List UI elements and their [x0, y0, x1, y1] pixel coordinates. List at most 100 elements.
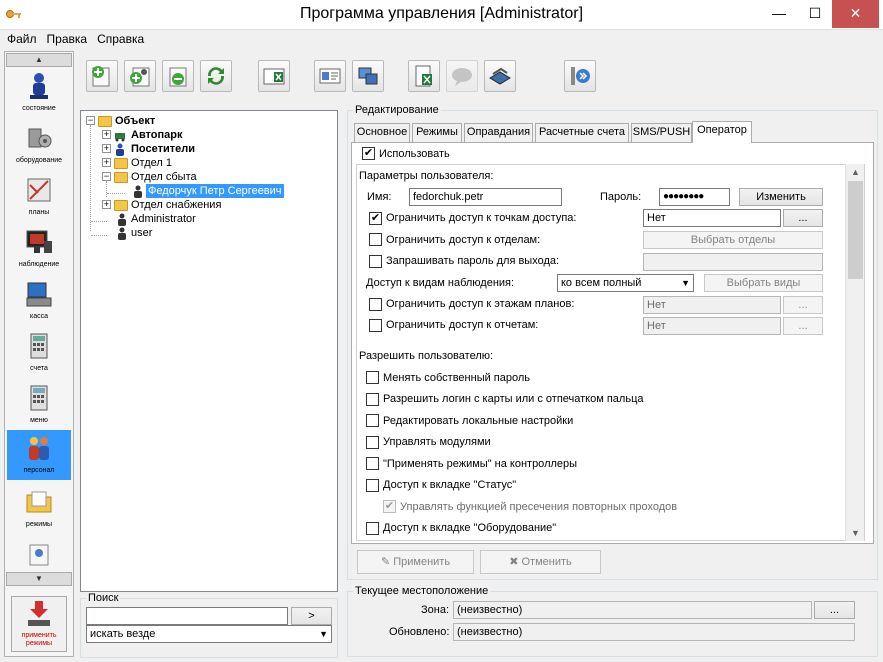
report-button[interactable] [408, 60, 440, 92]
rail-label: наблюдение [18, 261, 60, 268]
rail-label: оборудование [15, 157, 63, 164]
tree-node-dept1[interactable]: Отдел 1 [131, 156, 172, 170]
access-points-browse-button[interactable]: ... [783, 209, 823, 227]
tab-excuses[interactable]: Оправдания [464, 123, 533, 142]
floors-browse-button[interactable]: ... [783, 296, 823, 314]
tree-expand-toggle[interactable]: + [102, 130, 111, 139]
excel-icon [263, 68, 285, 85]
rail-item-cash[interactable]: касса [7, 276, 71, 326]
rail-item-equipment[interactable]: оборудование [7, 120, 71, 170]
rail-scroll-up-button[interactable]: ▲ [6, 53, 72, 67]
cancel-button[interactable]: ✖ Отменить [480, 550, 601, 574]
tree-node-visitors[interactable]: Посетители [131, 142, 195, 156]
access-points-checkbox[interactable]: ✔ [369, 212, 382, 225]
menu-help[interactable]: Справка [90, 30, 147, 46]
menu-edit[interactable]: Правка [40, 30, 91, 46]
exit-password-checkbox[interactable] [369, 255, 382, 268]
rail-item-status[interactable]: состояние [7, 68, 71, 118]
rail-item-modes[interactable]: режимы [7, 484, 71, 534]
menu-file[interactable]: Файл [0, 30, 40, 46]
minimize-button[interactable]: — [764, 0, 794, 28]
permission-checkbox[interactable] [366, 393, 379, 406]
card-button[interactable] [314, 60, 346, 92]
apply-button[interactable]: ✎ Применить [357, 550, 474, 574]
views-label: Доступ к видам наблюдения: [366, 277, 515, 289]
person-icon [118, 213, 126, 226]
device-button[interactable] [352, 60, 384, 92]
search-scope-select[interactable]: искать везде ▼ [86, 625, 332, 643]
views-value: ко всем полный [561, 277, 642, 289]
forward-button[interactable] [564, 60, 596, 92]
object-tree[interactable]: − Объект + Автопарк + Посетители + Отдел… [80, 110, 338, 592]
permission-label: Редактировать локальные настройки [383, 415, 574, 427]
permission-checkbox[interactable] [366, 371, 379, 384]
tree-node-autopark[interactable]: Автопарк [131, 128, 183, 142]
exit-password-input[interactable] [643, 253, 823, 271]
tree-node-admin[interactable]: Administrator [131, 212, 196, 226]
use-checkbox[interactable]: ✔ [362, 147, 375, 160]
folder-icon [114, 172, 128, 183]
export-excel-button[interactable] [258, 60, 290, 92]
tab-main[interactable]: Основное [354, 123, 410, 142]
add-folder-button[interactable] [86, 60, 118, 92]
scrollbar-thumb[interactable] [848, 181, 863, 279]
reports-value: Нет [643, 317, 781, 335]
departments-checkbox[interactable] [369, 233, 382, 246]
sms-button[interactable] [446, 60, 478, 92]
card-reader-button[interactable] [484, 60, 516, 92]
tree-expand-toggle[interactable]: + [102, 200, 111, 209]
search-go-button[interactable]: > [291, 607, 332, 625]
add-person-button[interactable] [124, 60, 156, 92]
rail-label: касса [29, 313, 48, 320]
rail-scroll-down-button[interactable]: ▼ [6, 572, 72, 586]
rail-item-plans[interactable]: планы [7, 172, 71, 222]
sub-permission-checkbox[interactable]: ✔ [383, 500, 396, 513]
tree-expand-toggle[interactable]: + [102, 144, 111, 153]
forward-icon [571, 67, 590, 85]
zone-browse-button[interactable]: ... [814, 601, 855, 619]
change-password-button[interactable]: Изменить [739, 188, 823, 206]
visitor-icon [116, 143, 124, 156]
tree-node-employee[interactable]: Федорчук Петр Сергеевич [146, 184, 284, 198]
name-input[interactable]: fedorchuk.petr [409, 188, 562, 206]
permission-checkbox[interactable] [366, 436, 379, 449]
vehicle-icon [115, 133, 125, 142]
maximize-button[interactable]: ☐ [800, 0, 830, 28]
close-button[interactable]: ✕ [832, 0, 879, 28]
tree-collapse-toggle[interactable]: − [86, 116, 95, 125]
select-views-button[interactable]: Выбрать виды [704, 274, 823, 292]
tree-collapse-toggle[interactable]: − [102, 172, 111, 181]
rail-item-accounts[interactable]: счета [7, 328, 71, 378]
apply-modes-button[interactable]: применить режимы [11, 596, 67, 652]
rail-item-personnel[interactable]: персонал [7, 430, 71, 480]
sms-icon [452, 68, 472, 86]
tab-sms-push[interactable]: SMS/PUSH [631, 123, 692, 142]
permission-checkbox[interactable] [366, 479, 379, 492]
permission-checkbox[interactable] [366, 414, 379, 427]
scroll-up-arrow[interactable]: ▲ [846, 164, 865, 180]
reports-browse-button[interactable]: ... [783, 317, 823, 335]
password-input[interactable]: ●●●●●●●● [659, 188, 730, 206]
tree-node-user[interactable]: user [131, 226, 152, 240]
reports-checkbox[interactable] [369, 319, 382, 332]
access-points-label: Ограничить доступ к точкам доступа: [386, 212, 577, 224]
tree-node-supply[interactable]: Отдел снабжения [131, 198, 221, 212]
views-select[interactable]: ко всем полный ▼ [557, 274, 694, 292]
tree-node-root[interactable]: Объект [115, 114, 155, 128]
tab-modes[interactable]: Режимы [412, 123, 462, 142]
tab-operator[interactable]: Оператор [692, 121, 752, 143]
remove-button[interactable] [162, 60, 194, 92]
permission-checkbox[interactable] [366, 457, 379, 470]
floors-checkbox[interactable] [369, 298, 382, 311]
tree-node-sales[interactable]: Отдел сбыта [131, 170, 197, 184]
tab-accounts[interactable]: Расчетные счета [535, 123, 629, 142]
operator-scrollbar[interactable]: ▲ ▼ [845, 164, 864, 541]
refresh-button[interactable] [200, 60, 232, 92]
search-input[interactable] [86, 607, 288, 625]
permission-checkbox[interactable] [366, 522, 379, 535]
rail-item-menu[interactable]: меню [7, 380, 71, 430]
scroll-down-arrow[interactable]: ▼ [846, 525, 865, 541]
tree-expand-toggle[interactable]: + [102, 158, 111, 167]
select-departments-button[interactable]: Выбрать отделы [643, 231, 823, 249]
rail-item-monitoring[interactable]: наблюдение [7, 224, 71, 274]
